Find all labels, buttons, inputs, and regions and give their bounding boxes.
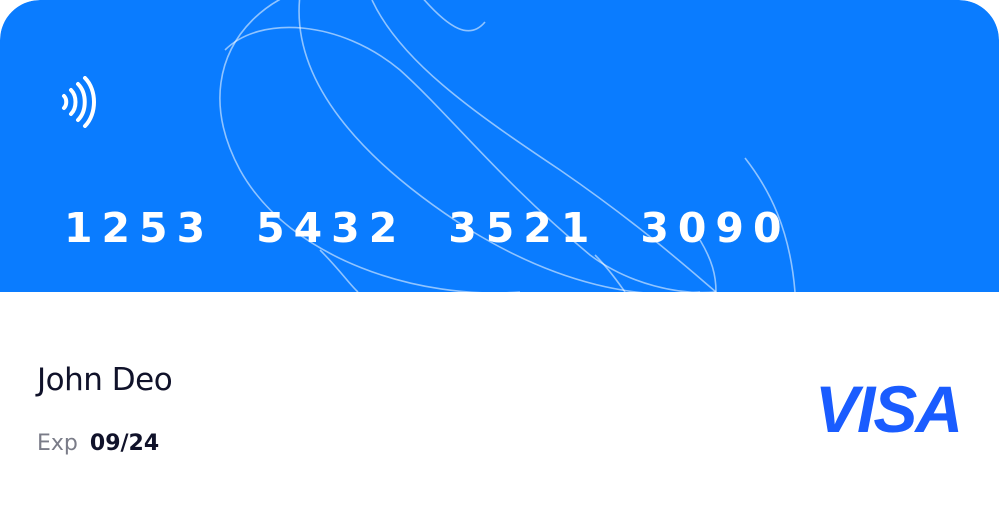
- card-number-group-1: 1253: [64, 204, 215, 252]
- contactless-icon: [62, 76, 96, 128]
- expiry-value: 09/24: [89, 431, 160, 456]
- payment-card: 1253 5432 3521 3090 John Deo Exp 09/24 V…: [0, 0, 999, 512]
- card-number-group-4: 3090: [640, 204, 791, 252]
- card-holder-name: John Deo: [37, 362, 173, 398]
- visa-logo-icon: VISA: [815, 376, 963, 444]
- card-number-group-2: 5432: [256, 204, 407, 252]
- card-top-panel: 1253 5432 3521 3090: [0, 0, 999, 292]
- card-expiry: Exp 09/24: [37, 428, 159, 460]
- expiry-label: Exp: [37, 431, 78, 456]
- brand-logo-text: VISA: [815, 376, 961, 444]
- card-number: 1253 5432 3521 3090: [64, 200, 791, 256]
- card-number-group-3: 3521: [448, 204, 599, 252]
